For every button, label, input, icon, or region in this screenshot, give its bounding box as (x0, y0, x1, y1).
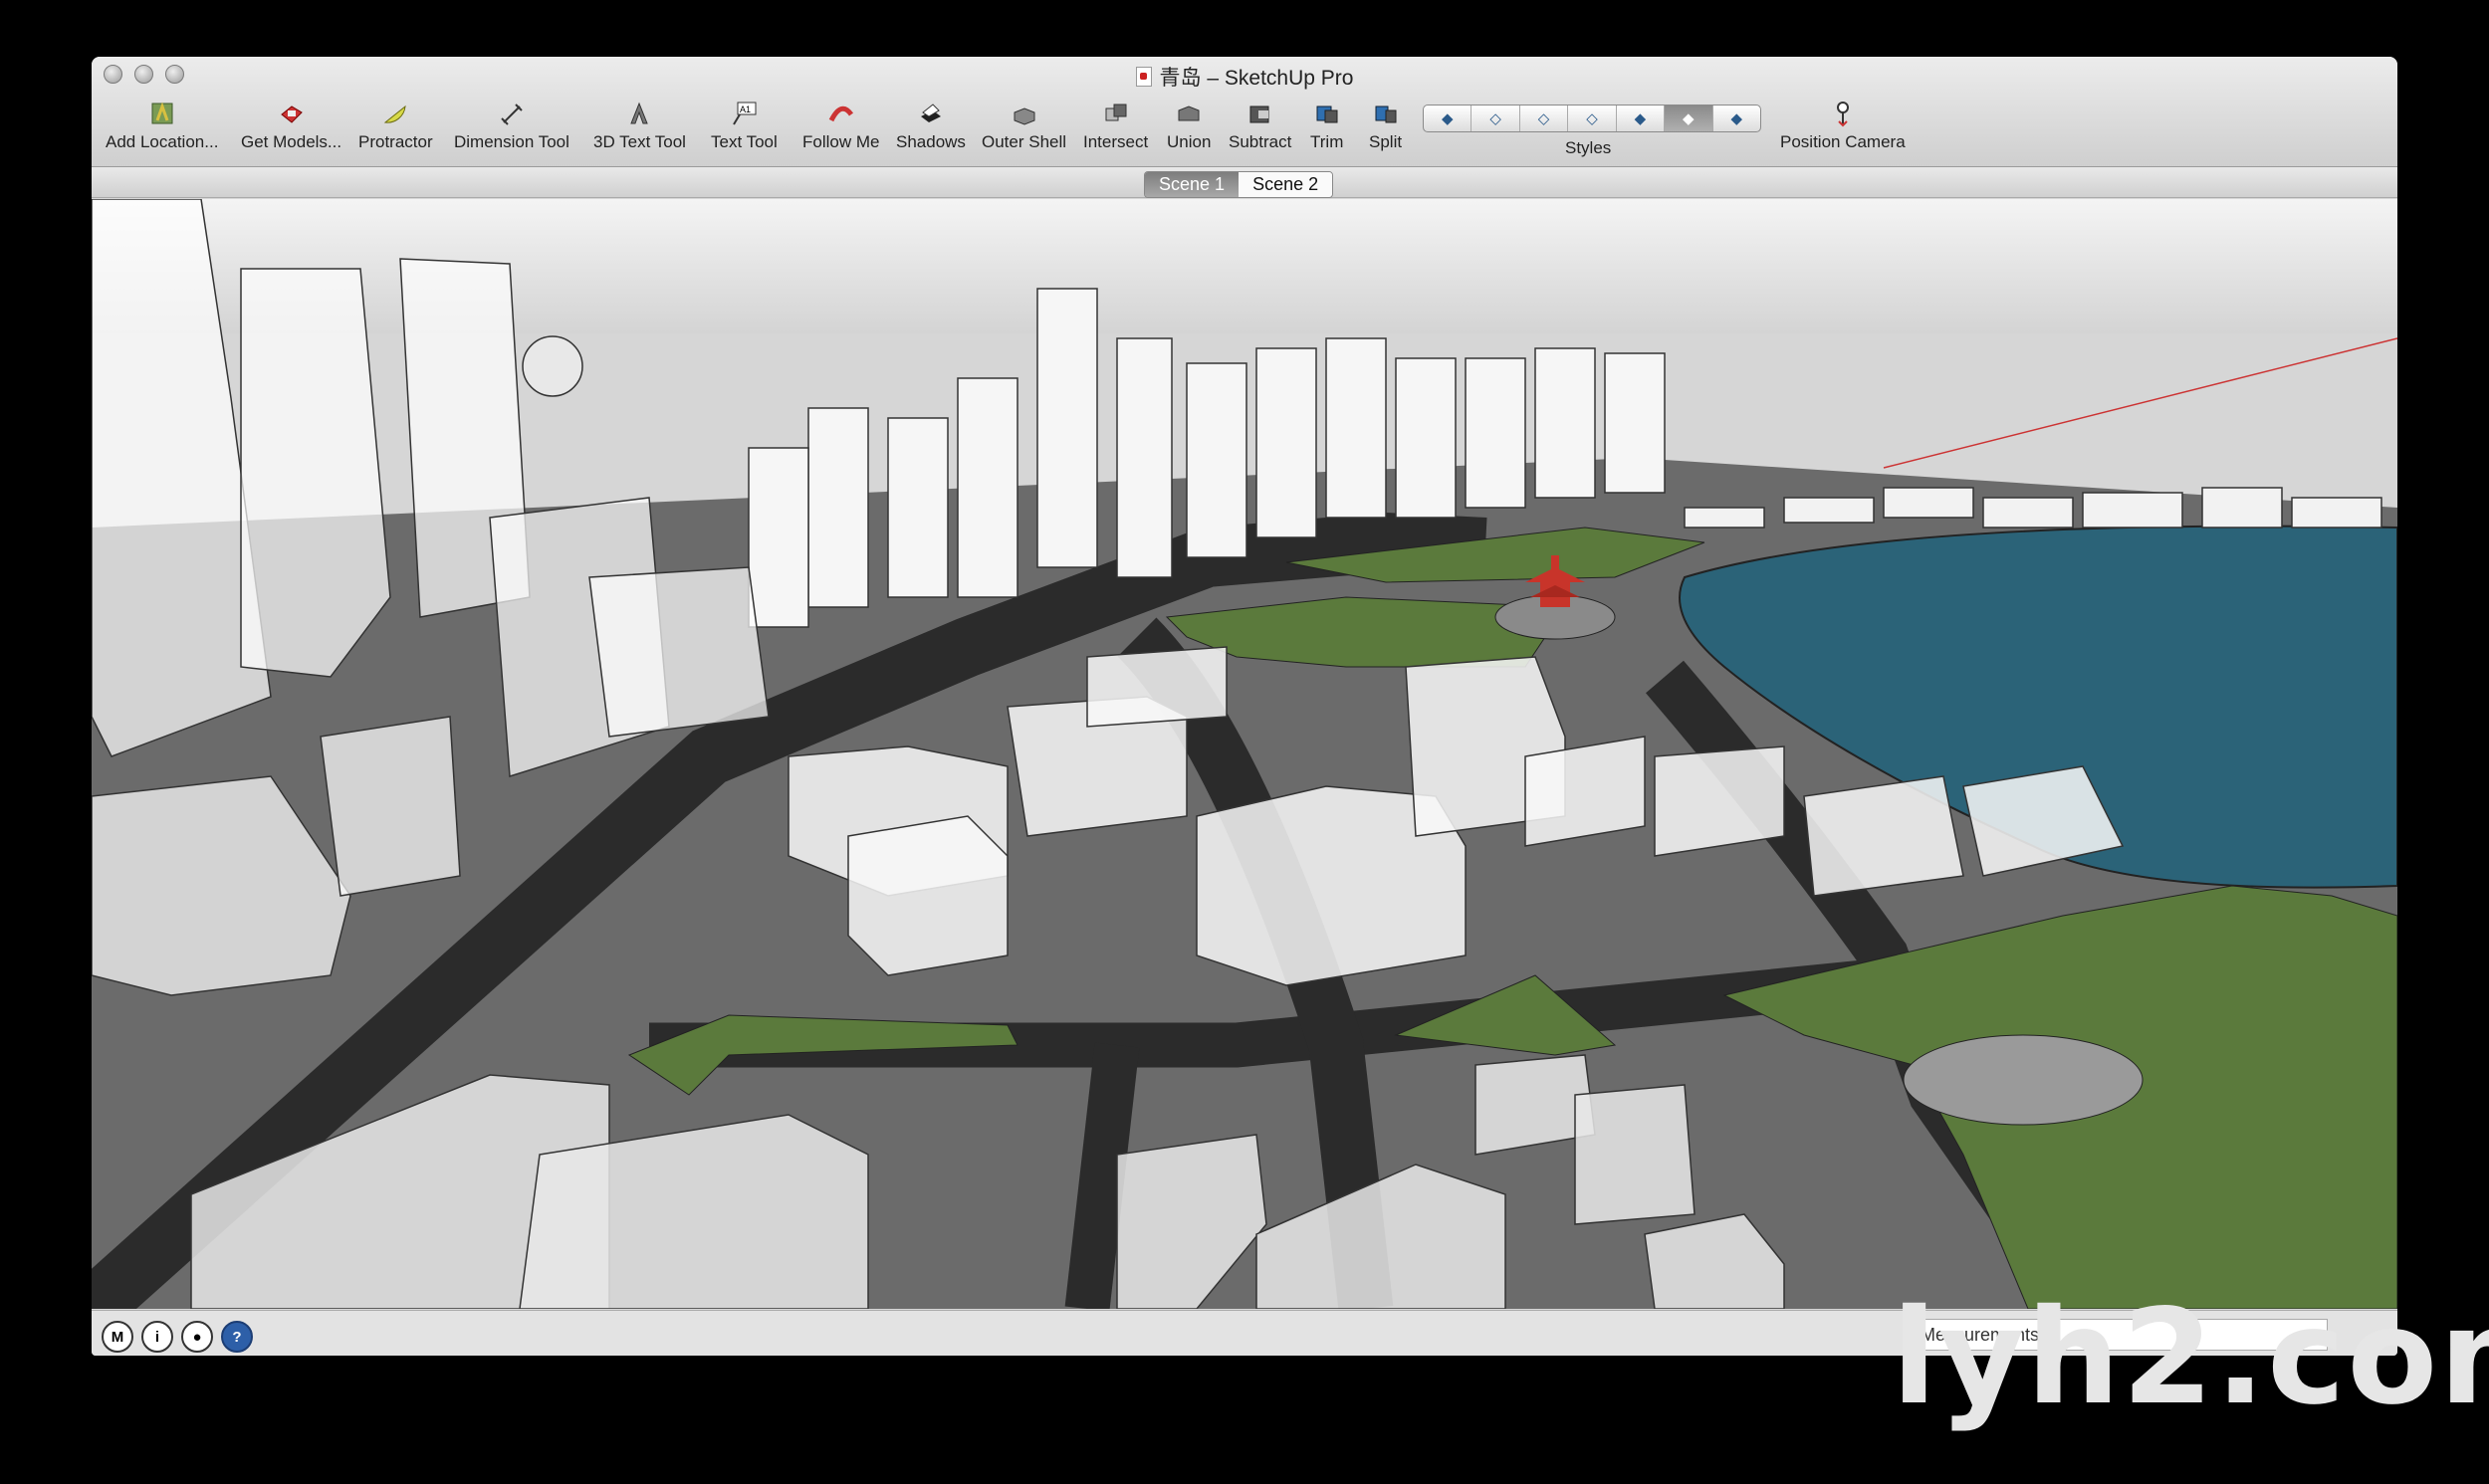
follow-me-button[interactable]: Follow Me (802, 99, 879, 152)
subtract-button[interactable]: Subtract (1229, 99, 1291, 152)
3d-viewport[interactable] (92, 199, 2397, 1309)
scene-tabs: Scene 1 Scene 2 (1144, 171, 1334, 198)
protractor-button[interactable]: Protractor (358, 99, 433, 152)
text-tool-button[interactable]: A1 Text Tool (711, 99, 778, 152)
3d-text-icon (624, 99, 654, 128)
toolbar: Add Location... Get Models... Protractor… (92, 99, 2397, 162)
outer-shell-icon (1010, 99, 1039, 128)
get-models-button[interactable]: Get Models... (241, 99, 341, 152)
outer-shell-button[interactable]: Outer Shell (982, 99, 1066, 152)
protractor-label: Protractor (358, 132, 433, 151)
style-hidden-line-icon[interactable]: ◇ (1568, 106, 1617, 131)
dimension-tool-button[interactable]: Dimension Tool (454, 99, 569, 152)
svg-text:A1: A1 (740, 105, 751, 114)
status-icons: M i ● ? (102, 1321, 253, 1353)
protractor-icon (380, 99, 410, 128)
3d-text-tool-label: 3D Text Tool (593, 132, 686, 151)
document-icon (1135, 67, 1152, 87)
split-icon (1371, 99, 1401, 128)
intersect-button[interactable]: Intersect (1083, 99, 1148, 152)
watermark-text: lyh2.com (1892, 1281, 2489, 1434)
styles-segmented-control: ◆ ◇ ◇ ◇ ◆ ◆ ◆ (1423, 105, 1761, 132)
style-shaded-textures-icon[interactable]: ◆ (1665, 106, 1713, 131)
split-label: Split (1369, 132, 1403, 151)
position-camera-button[interactable]: Position Camera (1780, 99, 1906, 152)
split-button[interactable]: Split (1369, 99, 1402, 152)
side-road (1064, 1042, 1140, 1309)
outer-shell-label: Outer Shell (982, 132, 1067, 151)
follow-me-icon (826, 99, 856, 128)
get-models-icon (277, 99, 307, 128)
credits-icon[interactable]: i (141, 1321, 173, 1353)
add-location-icon (147, 99, 177, 128)
sketchup-window: 青岛 – SketchUp Pro Add Location... Get Mo… (92, 57, 2397, 1356)
3d-text-tool-button[interactable]: 3D Text Tool (593, 99, 686, 152)
union-icon (1174, 99, 1204, 128)
tab-scene-2[interactable]: Scene 2 (1239, 172, 1333, 197)
style-back-edges-icon[interactable]: ◇ (1471, 106, 1520, 131)
trim-label: Trim (1310, 132, 1344, 151)
style-wireframe-icon[interactable]: ◇ (1520, 106, 1569, 131)
position-camera-label: Position Camera (1780, 132, 1906, 151)
position-camera-icon (1828, 99, 1858, 128)
styles-label: Styles (1565, 138, 1612, 157)
add-location-label: Add Location... (106, 132, 219, 151)
trim-icon (1312, 99, 1342, 128)
shadows-button[interactable]: Shadows (896, 99, 966, 152)
window-title: 青岛 – SketchUp Pro (92, 62, 2397, 92)
title-bar: 青岛 – SketchUp Pro Add Location... Get Mo… (92, 57, 2397, 167)
dimension-icon (497, 99, 527, 128)
user-icon[interactable]: ● (181, 1321, 213, 1353)
follow-me-label: Follow Me (802, 132, 880, 151)
geo-location-icon[interactable]: M (102, 1321, 133, 1353)
help-icon[interactable]: ? (221, 1321, 253, 1353)
text-icon: A1 (729, 99, 759, 128)
style-shaded-icon[interactable]: ◆ (1617, 106, 1666, 131)
intersect-icon (1101, 99, 1131, 128)
scene-tab-bar: Scene 1 Scene 2 (92, 167, 2397, 198)
style-monochrome-icon[interactable]: ◆ (1713, 106, 1760, 131)
shadows-icon (916, 99, 946, 128)
subtract-label: Subtract (1229, 132, 1292, 151)
park-plaza-ellipse (1903, 1034, 2144, 1126)
union-label: Union (1167, 132, 1212, 151)
shadows-label: Shadows (896, 132, 966, 151)
city-model-drawing (92, 199, 2397, 1309)
intersect-label: Intersect (1083, 132, 1149, 151)
get-models-label: Get Models... (241, 132, 342, 151)
union-button[interactable]: Union (1167, 99, 1211, 152)
dimension-tool-label: Dimension Tool (454, 132, 569, 151)
tab-scene-1[interactable]: Scene 1 (1145, 172, 1240, 197)
window-title-text: 青岛 – SketchUp Pro (1159, 67, 1354, 90)
trim-button[interactable]: Trim (1310, 99, 1343, 152)
add-location-button[interactable]: Add Location... (106, 99, 218, 152)
style-xray-icon[interactable]: ◆ (1424, 106, 1472, 131)
text-tool-label: Text Tool (711, 132, 778, 151)
subtract-icon (1245, 99, 1275, 128)
